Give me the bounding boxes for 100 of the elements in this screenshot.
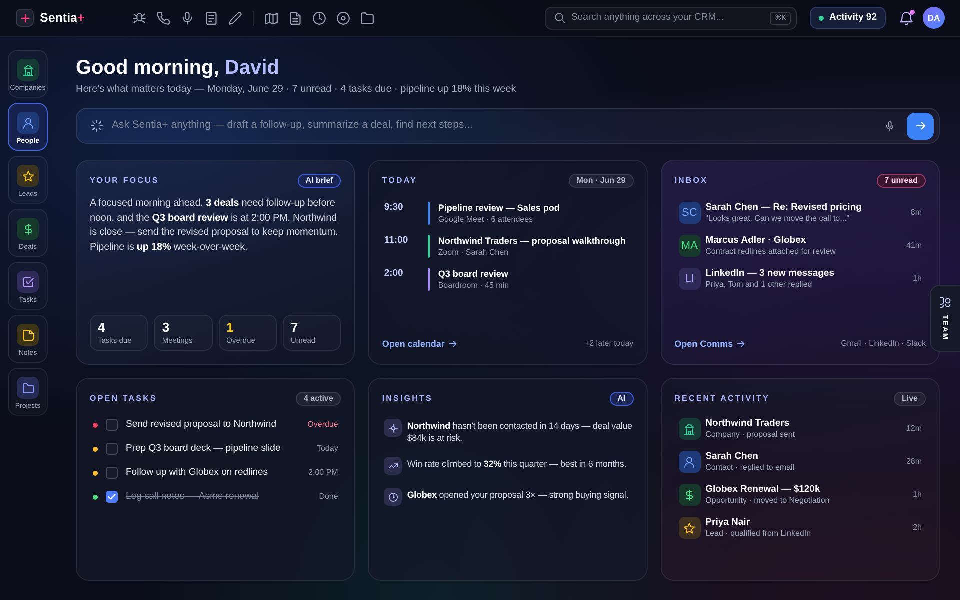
spinner-icon (91, 120, 103, 132)
event-details: Boardroom · 45 min (438, 280, 510, 291)
live-badge: Live (894, 392, 926, 406)
building-icon (678, 418, 701, 440)
card-title: YOUR FOCUS (90, 175, 160, 187)
document-icon[interactable] (288, 12, 302, 24)
microphone-icon[interactable] (885, 120, 895, 132)
activity-details: Company · proposal sent (706, 430, 796, 440)
event-time: 11:00 (383, 235, 410, 247)
card-title: INBOX (674, 175, 708, 187)
stat-value: 4 (98, 320, 106, 336)
message-time: 1h (913, 273, 922, 285)
activity-title: Priya Nair (706, 517, 752, 529)
phone-icon[interactable] (156, 12, 170, 24)
unread-count-badge: 7 unread (876, 174, 926, 188)
message-sender: LinkedIn — 3 new messages (706, 268, 836, 280)
activity-time: 12m (906, 423, 922, 435)
open-comms-link[interactable]: Open Comms (674, 338, 746, 351)
message-time: 41m (906, 240, 922, 252)
people-icon (940, 297, 951, 308)
task-due: Overdue (308, 419, 338, 431)
event-details: Google Meet · 6 attendees (438, 214, 534, 225)
date-badge: Mon · Jun 29 (568, 174, 634, 188)
card-title: INSIGHTS (382, 393, 433, 405)
activity-details: Contact · replied to email (706, 463, 796, 473)
bell-icon[interactable] (900, 12, 913, 24)
message-time: 8m (910, 207, 922, 219)
task-label: Log call notes — Acme renewal (126, 490, 260, 504)
person-icon (678, 451, 701, 473)
insight-text: Northwind hasn't been contacted in 14 days — deal value $84k is at risk. (407, 420, 634, 444)
app-name: Sentia+ (40, 10, 85, 27)
send-button[interactable] (907, 112, 934, 140)
avatar: SC (678, 202, 701, 224)
sources-note: Gmail · LinkedIn · Slack (841, 338, 926, 350)
note-icon (17, 324, 39, 346)
activity-title: Globex Renewal — $120k (706, 484, 822, 496)
dollar-icon (678, 484, 701, 506)
trend-up-icon (384, 457, 402, 475)
clock-icon[interactable] (312, 12, 326, 24)
activity-time: 28m (906, 456, 922, 468)
event-time: 2:00 (383, 268, 404, 280)
avatar: MA (678, 235, 701, 257)
activity-title: Sarah Chen (706, 451, 760, 463)
card-title: TODAY (382, 175, 418, 187)
insight-text: Globex opened your proposal 3× — strong buying signal. (407, 489, 629, 501)
task-checkbox[interactable] (106, 491, 118, 503)
subtitle-text: Here's what matters today — Monday, June 29 · 7 unread · 4 tasks due · pipeline up 18% this week (76, 83, 518, 96)
notepad-icon[interactable] (204, 12, 218, 24)
task-due: 2:00 PM (308, 467, 338, 479)
event-details: Zoom · Sarah Chen (438, 247, 510, 258)
task-count-badge: 4 active (296, 392, 342, 406)
event-title: Pipeline review — Sales pod (438, 202, 560, 214)
map-icon[interactable] (264, 12, 278, 24)
search-input[interactable]: Search anything across your CRM... (571, 10, 764, 26)
message-sender: Marcus Adler · Globex (706, 235, 808, 247)
activity-time: 1h (913, 489, 922, 501)
message-sender: Sarah Chen — Re: Revised pricing (706, 202, 863, 214)
activity-button[interactable]: Activity 92 (810, 7, 886, 29)
card-title: RECENT ACTIVITY (674, 393, 770, 405)
greeting-heading: Good morning, David (76, 56, 280, 80)
open-calendar-link[interactable]: Open calendar (382, 338, 457, 351)
person-icon (17, 112, 39, 134)
arrow-icon (916, 121, 926, 131)
bug-icon[interactable] (132, 12, 146, 24)
arrow-icon (448, 340, 457, 348)
event-time: 9:30 (383, 202, 404, 214)
building-icon (17, 59, 39, 81)
ai-brief-badge: AI brief (298, 174, 342, 188)
record-icon[interactable] (336, 12, 350, 24)
event-title: Northwind Traders — proposal walkthrough (438, 235, 626, 247)
pencil-icon[interactable] (228, 12, 242, 24)
later-today-note: +2 later today (584, 338, 634, 350)
arrow-icon (737, 340, 746, 348)
task-label: Follow up with Globex on redlines (126, 466, 270, 480)
search-icon (555, 13, 566, 23)
task-due: Today (316, 443, 338, 455)
star-icon (17, 165, 39, 187)
focus-summary: A focused morning ahead. 3 deals need follow-up before noon, and the Q3 board review is at 2:00 PM. Northwind is close — send the revised proposal to keep momentum. Pipeline is up 18% week-over-week. (90, 197, 340, 254)
star-icon (678, 517, 701, 539)
user-avatar[interactable]: DA (923, 7, 945, 29)
dollar-icon (17, 218, 39, 240)
card-title: OPEN TASKS (90, 393, 158, 405)
insight-text: Win rate climbed to 32% this quarter — best in 6 months. (407, 458, 627, 470)
assistant-input[interactable]: Ask Sentia+ anything — draft a follow-up, summarize a deal, find next steps... (112, 118, 885, 134)
stat-value: 7 (290, 320, 300, 336)
folder-icon[interactable] (360, 12, 374, 24)
activity-time: 2h (913, 522, 922, 534)
message-preview: Priya, Tom and 1 other replied (706, 280, 814, 290)
stat-value: 3 (162, 320, 171, 336)
message-preview: "Looks great. Can we move the call to..." (706, 214, 851, 224)
activity-details: Opportunity · moved to Negotiation (706, 496, 831, 506)
ai-badge: AI (610, 392, 634, 406)
check-icon (108, 493, 116, 501)
microphone-icon[interactable] (180, 12, 194, 24)
assistant-field[interactable]: Ask Sentia+ anything — draft a follow-up, summarize a deal, find next steps... (76, 108, 940, 144)
crosshair-icon (384, 419, 402, 437)
avatar: LI (678, 268, 701, 290)
event-title: Q3 board review (438, 268, 510, 280)
folder-icon (17, 377, 39, 399)
message-preview: Contract redlines attached for review (706, 247, 837, 257)
